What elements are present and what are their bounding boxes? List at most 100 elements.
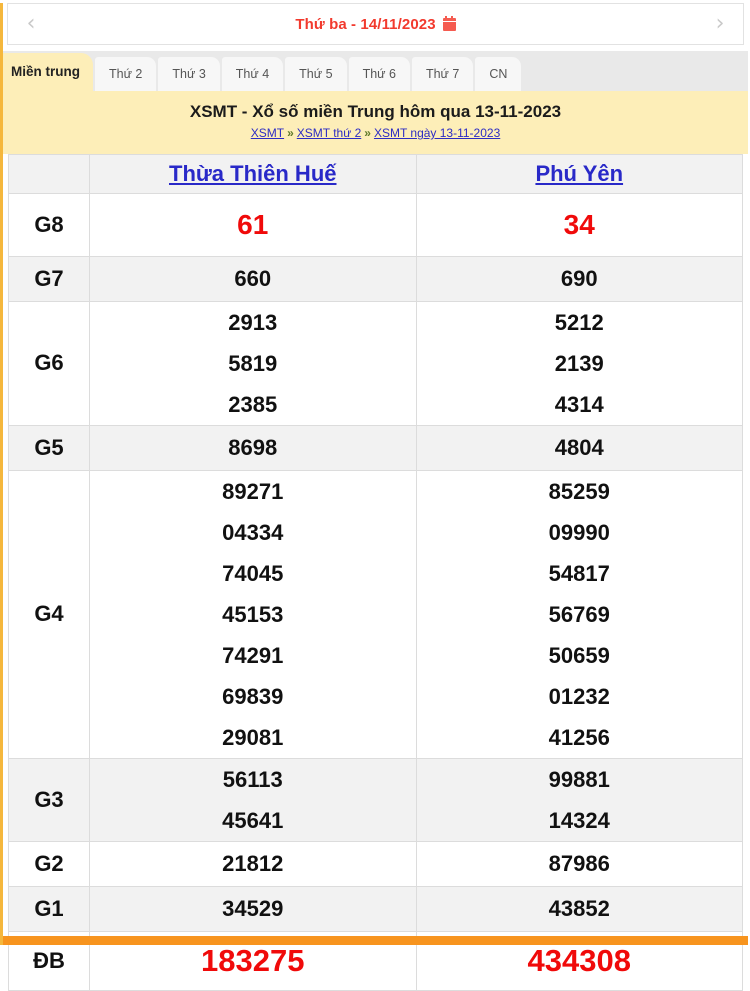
tab-cn[interactable]: CN (475, 57, 522, 91)
tab-mien-trung[interactable]: Miền trung (3, 53, 93, 91)
prize-label-g5: G5 (8, 424, 90, 471)
result-cell-g2-phuyen: 87986 (415, 840, 743, 887)
prize-label-g7: G7 (8, 255, 90, 302)
result-cell-g3-hue: 56113 45641 (89, 757, 417, 842)
breadcrumb-link-date[interactable]: XSMT ngày 13-11-2023 (374, 126, 500, 140)
results-table-container: Thừa Thiên Huế Phú Yên G8 61 34 G7 660 6… (3, 153, 748, 991)
province-link-phuyen[interactable]: Phú Yên (535, 161, 623, 186)
table-row-g1: G1 34529 43852 (8, 885, 743, 932)
result-cell-g4-phuyen: 85259 09990 54817 56769 50659 01232 4125… (415, 469, 743, 759)
result-number: 54817 (548, 560, 610, 586)
result-number: 434308 (527, 942, 631, 978)
result-cell-g6-phuyen: 5212 2139 4314 (415, 300, 743, 426)
prize-label-g6: G6 (8, 300, 90, 426)
current-date-label[interactable]: Thứ ba - 14/11/2023 (295, 16, 435, 33)
result-number: 4804 (554, 434, 604, 460)
table-row-g4: G4 89271 04334 74045 45153 74291 69839 2… (8, 469, 743, 759)
result-cell-g4-hue: 89271 04334 74045 45153 74291 69839 2908… (89, 469, 417, 759)
result-number: 34 (563, 208, 595, 240)
column-header-phuyen: Phú Yên (415, 153, 743, 194)
result-number: 56113 (222, 766, 283, 792)
prize-label-g8: G8 (8, 192, 90, 257)
tab-thu-6[interactable]: Thứ 6 (348, 57, 410, 91)
tab-thu-3[interactable]: Thứ 3 (158, 57, 220, 91)
result-number: 69839 (222, 683, 284, 709)
result-number: 29081 (222, 724, 284, 750)
result-number: 45641 (222, 807, 284, 833)
breadcrumb-separator: » (287, 126, 294, 141)
table-corner-cell (8, 153, 90, 194)
current-date-display: Thứ ba - 14/11/2023 (8, 15, 743, 33)
result-number: 2913 (228, 309, 278, 335)
prize-label-g1: G1 (8, 885, 90, 932)
lottery-results-table: Thừa Thiên Huế Phú Yên G8 61 34 G7 660 6… (8, 153, 743, 991)
result-number: 74291 (222, 642, 284, 668)
result-number: 8698 (228, 434, 278, 460)
prize-label-g2: G2 (8, 840, 90, 887)
result-number: 21812 (222, 850, 284, 876)
result-number: 74045 (222, 560, 284, 586)
result-cell-g5-phuyen: 4804 (415, 424, 743, 471)
result-number: 99881 (548, 766, 610, 792)
result-cell-g1-hue: 34529 (89, 885, 417, 932)
table-row-g8: G8 61 34 (8, 192, 743, 257)
day-tab-strip: Miền trung Thứ 2 Thứ 3 Thứ 4 Thứ 5 Thứ 6… (3, 51, 748, 91)
tab-thu-7[interactable]: Thứ 7 (411, 57, 474, 91)
result-cell-g7-phuyen: 690 (415, 255, 743, 302)
breadcrumb-separator: » (364, 126, 371, 141)
table-row-g2: G2 21812 87986 (8, 840, 743, 887)
result-number: 43852 (548, 895, 610, 921)
prize-label-g4: G4 (8, 469, 90, 759)
result-number: 5819 (228, 350, 278, 376)
result-cell-g8-phuyen: 34 (415, 192, 743, 257)
result-number: 2139 (554, 350, 604, 376)
result-cell-g6-hue: 2913 5819 2385 (89, 300, 417, 426)
bottom-accent-bar (3, 936, 748, 945)
result-cell-g5-hue: 8698 (89, 424, 417, 471)
result-number: 2385 (228, 391, 278, 417)
result-number: 56769 (548, 601, 610, 627)
result-cell-g8-hue: 61 (89, 192, 417, 257)
table-row-g3: G3 56113 45641 99881 14324 (8, 757, 743, 842)
tab-thu-2[interactable]: Thứ 2 (95, 57, 157, 91)
page-title: XSMT - Xổ số miền Trung hôm qua 13-11-20… (189, 102, 562, 121)
province-link-hue[interactable]: Thừa Thiên Huế (169, 161, 337, 186)
result-number: 50659 (548, 642, 610, 668)
result-number: 85259 (548, 478, 610, 504)
prize-label-g3: G3 (8, 757, 90, 842)
result-number: 41256 (548, 724, 610, 750)
result-number: 04334 (222, 519, 284, 545)
tab-thu-5[interactable]: Thứ 5 (285, 57, 347, 91)
breadcrumb-link-root[interactable]: XSMT (251, 126, 284, 140)
result-number: 01232 (548, 683, 610, 709)
result-number: 5212 (554, 309, 604, 335)
breadcrumb: XSMT» XSMT thứ 2» XSMT ngày 13-11-2023 (3, 126, 748, 142)
breadcrumb-link-weekday[interactable]: XSMT thứ 2 (297, 126, 362, 140)
result-number: 690 (560, 265, 598, 291)
result-cell-g1-phuyen: 43852 (415, 885, 743, 932)
result-number: 183275 (201, 942, 305, 978)
result-cell-g7-hue: 660 (89, 255, 417, 302)
table-row-g5: G5 8698 4804 (8, 424, 743, 471)
result-number: 34529 (222, 895, 284, 921)
table-header-row: Thừa Thiên Huế Phú Yên (8, 153, 743, 194)
table-row-g6: G6 2913 5819 2385 5212 2139 4314 (8, 300, 743, 426)
result-number: 660 (234, 265, 272, 291)
result-number: 87986 (548, 850, 610, 876)
date-navigation-bar: ‹ Thứ ba - 14/11/2023 › (7, 3, 744, 45)
table-row-g7: G7 660 690 (8, 255, 743, 302)
result-number: 89271 (222, 478, 284, 504)
result-number: 45153 (222, 601, 284, 627)
calendar-icon[interactable] (442, 15, 456, 31)
lottery-results-page: ‹ Thứ ba - 14/11/2023 › Miền trung Thứ 2… (0, 3, 750, 991)
result-number: 09990 (548, 519, 610, 545)
result-cell-g3-phuyen: 99881 14324 (415, 757, 743, 842)
column-header-hue: Thừa Thiên Huế (89, 153, 417, 194)
previous-day-button[interactable]: ‹ (20, 13, 42, 35)
title-banner: XSMT - Xổ số miền Trung hôm qua 13-11-20… (3, 91, 748, 154)
result-number: 61 (237, 208, 269, 240)
result-number: 4314 (554, 391, 604, 417)
tab-thu-4[interactable]: Thứ 4 (221, 57, 284, 91)
next-day-button[interactable]: › (709, 13, 731, 35)
result-number: 14324 (548, 807, 610, 833)
